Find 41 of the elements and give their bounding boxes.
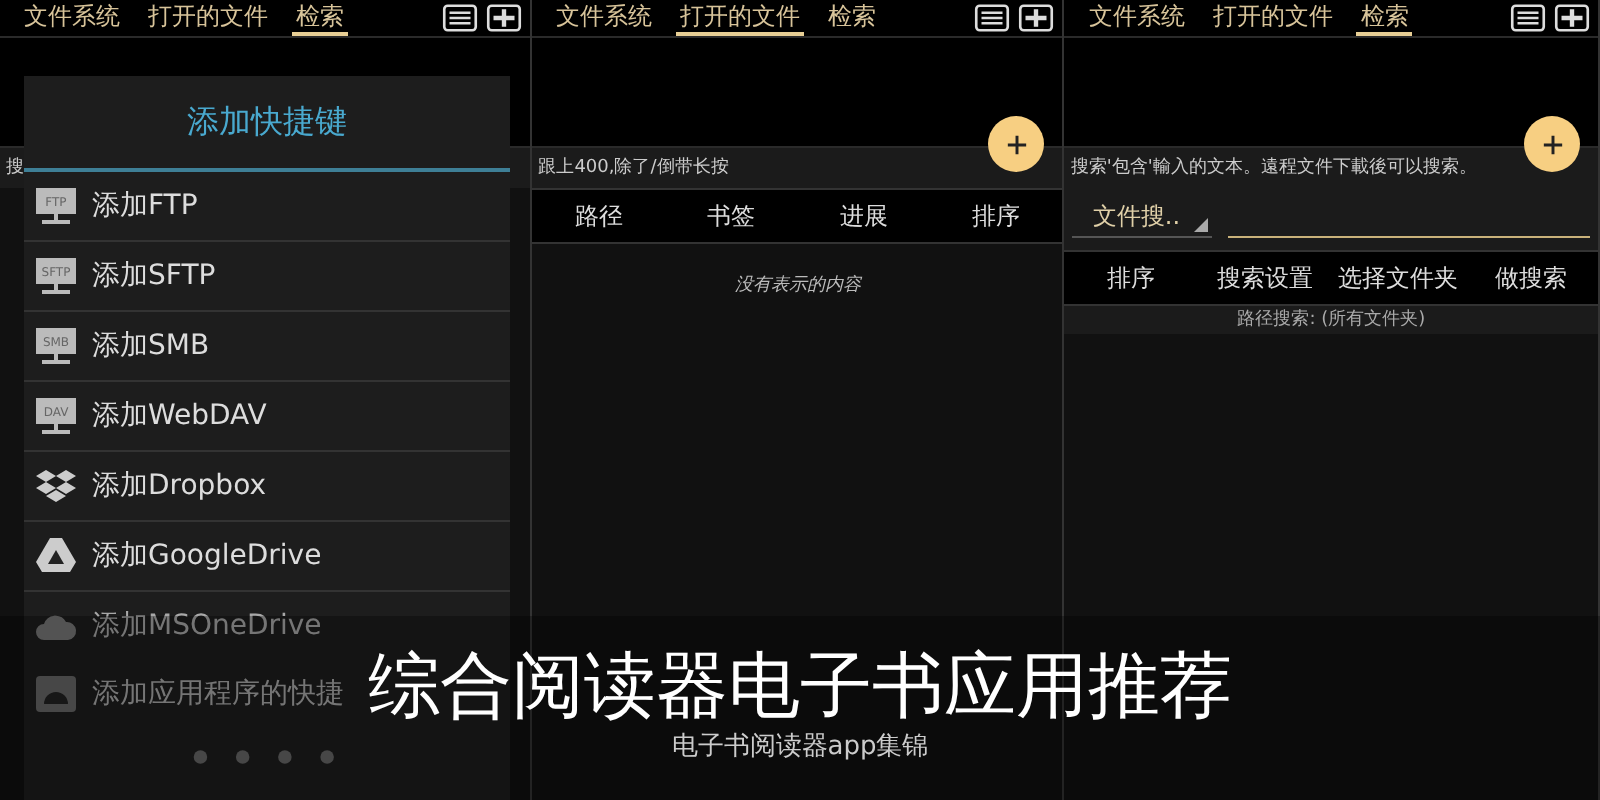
status-text: 路径搜索: (所有文件夹) — [1064, 306, 1599, 334]
add-icon[interactable] — [1018, 4, 1055, 32]
tab[interactable]: 检索 — [1356, 0, 1413, 36]
column-header[interactable]: 排序 — [930, 190, 1063, 242]
tab[interactable]: 文件系统 — [1084, 0, 1189, 36]
triangle-drive-icon — [34, 536, 78, 576]
tab[interactable]: 打开的文件 — [1208, 0, 1337, 36]
file-search-dropdown[interactable]: 文件搜.. — [1072, 196, 1213, 238]
tab[interactable]: 检索 — [824, 0, 881, 36]
tab[interactable]: 打开的文件 — [676, 0, 805, 36]
list-icon[interactable] — [442, 4, 479, 32]
add-fab-button[interactable] — [1524, 116, 1581, 172]
column-header[interactable]: 书签 — [664, 190, 798, 242]
add-icon[interactable] — [1554, 4, 1591, 32]
plus-icon — [1541, 133, 1564, 155]
toolbar-button[interactable]: 选择文件夹 — [1331, 252, 1465, 304]
column-header[interactable]: 进展 — [797, 190, 931, 242]
menu-item[interactable]: 添加Dropbox — [24, 452, 510, 522]
dialog-title: 添加快捷键 — [24, 76, 510, 172]
plus-icon — [1005, 133, 1028, 155]
toolbar-button[interactable]: 排序 — [1064, 252, 1199, 304]
empty-message: 没有表示的内容 — [734, 276, 861, 296]
menu-item[interactable]: 添加GoogleDrive — [24, 522, 510, 592]
tab[interactable]: 文件系统 — [552, 0, 657, 36]
android-icon — [34, 674, 78, 714]
list-icon[interactable] — [974, 4, 1011, 32]
toolbar-button[interactable]: 做搜索 — [1464, 252, 1598, 304]
list-icon[interactable] — [1510, 4, 1547, 32]
column-header[interactable]: 路径 — [532, 190, 665, 242]
hint-text: 搜索'包含'輸入的文本。遠程文件下載後可以搜索。 — [1064, 146, 1599, 188]
dropdown-corner-icon — [1194, 218, 1209, 232]
hint-text: 跟上400,除了/倒带长按 — [532, 146, 1063, 188]
dropbox-icon — [34, 466, 78, 506]
add-icon[interactable] — [486, 4, 523, 32]
caption-subtitle: 电子书阅读器app集锦 — [671, 732, 929, 764]
tab[interactable]: 打开的文件 — [144, 0, 272, 36]
tab[interactable]: 检索 — [292, 0, 348, 36]
toolbar-button[interactable]: 搜索设置 — [1198, 252, 1332, 304]
tab[interactable]: 文件系统 — [20, 0, 124, 36]
add-fab-button[interactable] — [988, 116, 1045, 172]
caption-title: 综合阅读器电子书应用推荐 — [368, 644, 1232, 732]
